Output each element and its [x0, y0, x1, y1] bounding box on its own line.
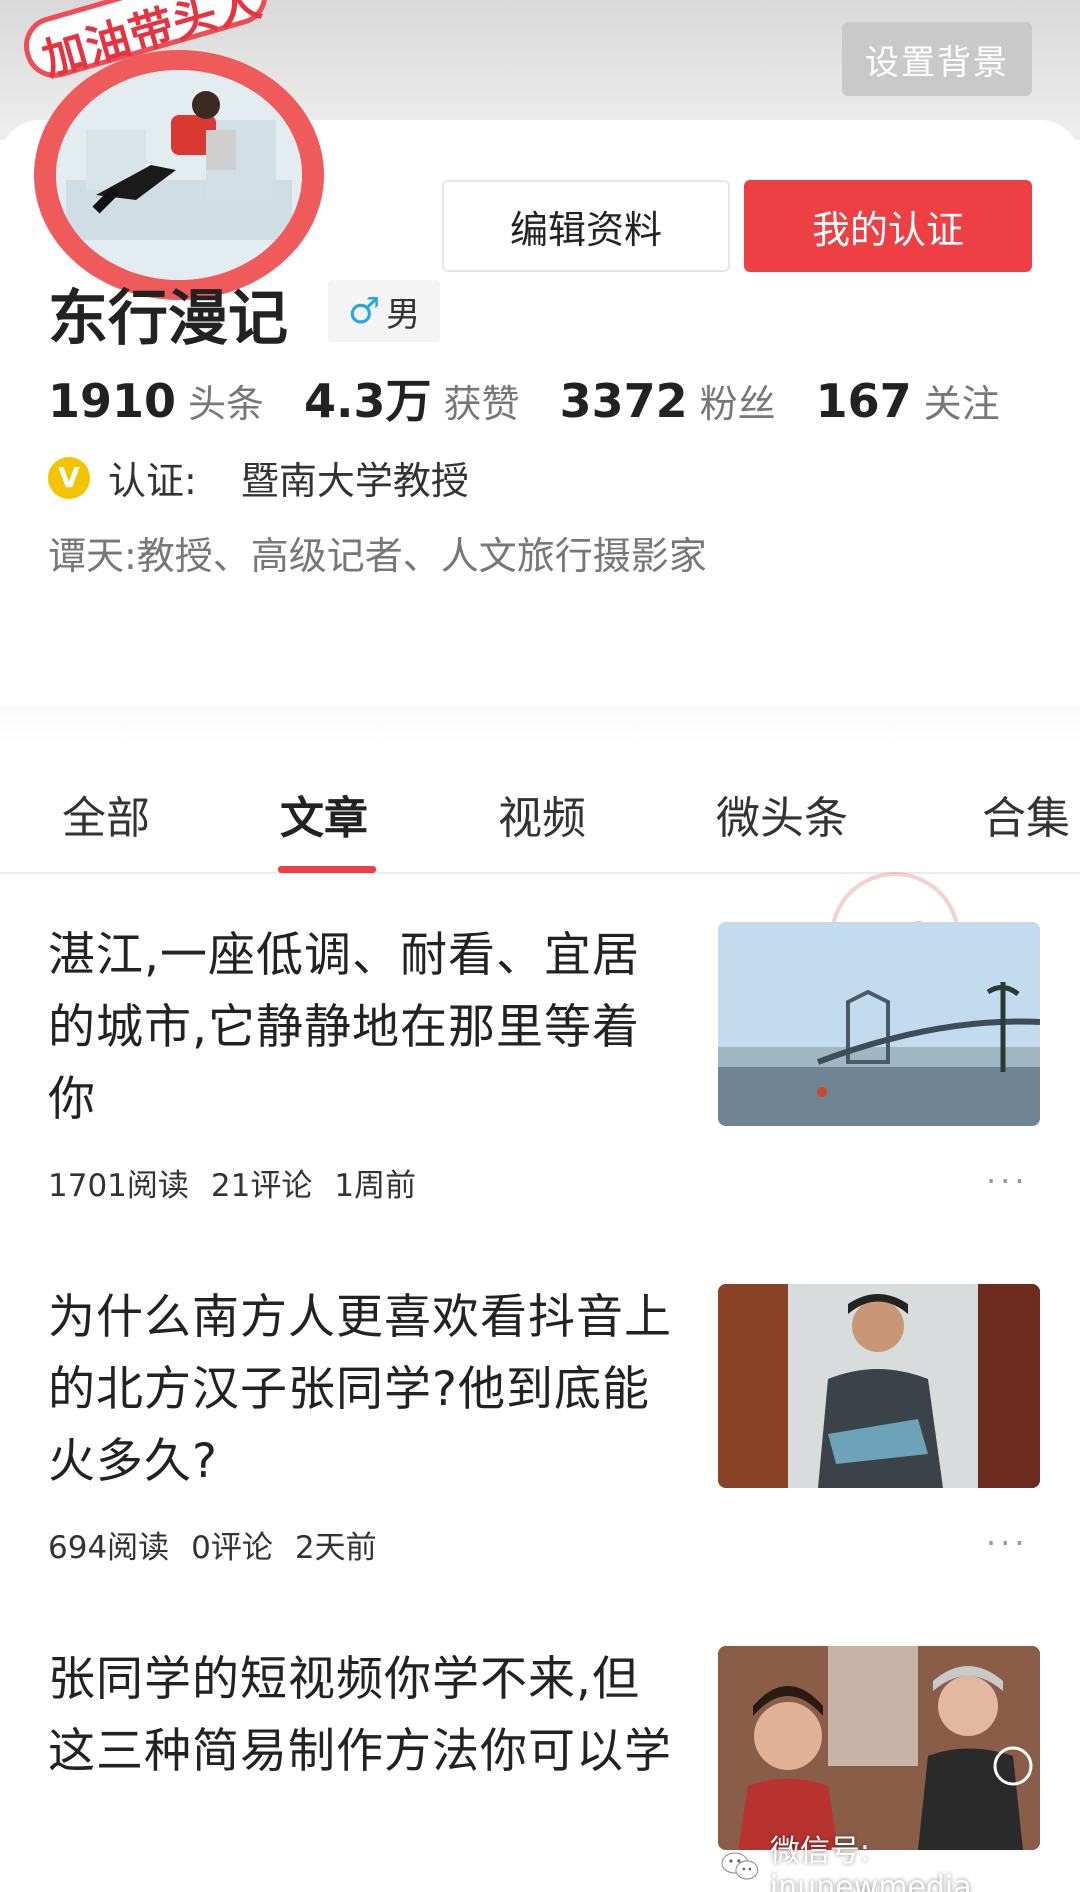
- article-time: 2天前: [294, 1530, 377, 1566]
- watermark-text: 微信号: jnunewmedia: [769, 1834, 972, 1892]
- male-icon: ♂: [347, 290, 381, 332]
- gender-label: 男: [386, 294, 421, 335]
- article-comments: 0评论: [191, 1530, 273, 1566]
- more-options-icon[interactable]: ···: [986, 1524, 1029, 1562]
- stat-followers-label: 粉丝: [699, 382, 776, 426]
- stat-articles-label: 头条: [188, 382, 265, 426]
- wechat-watermark: 微信号: jnunewmedia: [720, 1826, 1080, 1892]
- avatar[interactable]: 加油带头人: [16, 0, 324, 300]
- avatar-image[interactable]: [56, 70, 302, 280]
- profile-card: 加油带头人 编辑资料 我的认证 东行漫记 ♂ 男 1910 头条 4.3万 获赞: [0, 0, 1080, 760]
- stat-articles-count: 1910: [48, 374, 177, 428]
- article-comments: 21评论: [210, 1168, 313, 1204]
- stat-followers-count: 3372: [559, 374, 688, 428]
- article-title[interactable]: 为什么南方人更喜欢看抖音上的北方汉子张同学?他到底能火多久?: [48, 1282, 678, 1498]
- content-tabs: 全部 文章 视频 微头条 合集: [0, 752, 1080, 874]
- verification-value: 暨南大学教授: [240, 459, 469, 503]
- article-thumbnail[interactable]: [718, 1646, 1040, 1850]
- avatar-photo-icon: [56, 70, 302, 280]
- article-thumbnail[interactable]: [718, 1284, 1040, 1488]
- verification-row: V 认证: 暨南大学教授: [48, 450, 469, 505]
- profile-bio: 谭天:教授、高级记者、人文旅行摄影家: [48, 534, 707, 578]
- stat-following-count: 167: [815, 374, 912, 428]
- set-background-button[interactable]: 设置背景: [842, 22, 1032, 96]
- article-title[interactable]: 湛江,一座低调、耐看、宜居的城市,它静静地在那里等着你: [48, 920, 678, 1136]
- tab-micro-posts[interactable]: 微头条: [716, 782, 848, 846]
- wechat-icon: [721, 1852, 759, 1879]
- article-item[interactable]: 湛江,一座低调、耐看、宜居的城市,它静静地在那里等着你 1701阅读 21评论 …: [0, 920, 1080, 1220]
- stat-following[interactable]: 167 关注: [816, 373, 1000, 428]
- gender-tag: ♂ 男: [328, 280, 440, 342]
- article-time: 1周前: [334, 1168, 417, 1204]
- active-tab-indicator: [278, 866, 376, 873]
- article-reads: 694阅读: [48, 1530, 170, 1566]
- tab-articles[interactable]: 文章: [280, 782, 368, 846]
- verified-v-icon: V: [48, 456, 90, 499]
- stat-followers[interactable]: 3372 粉丝: [560, 373, 776, 428]
- tab-all[interactable]: 全部: [62, 782, 150, 846]
- tab-collections[interactable]: 合集: [982, 782, 1070, 846]
- reading-man-image-icon: [718, 1284, 1040, 1488]
- tab-videos[interactable]: 视频: [498, 782, 586, 846]
- article-title[interactable]: 张同学的短视频你学不来,但这三种简易制作方法你可以学: [48, 1644, 678, 1788]
- section-divider: [0, 705, 1080, 745]
- edit-profile-button[interactable]: 编辑资料: [442, 180, 730, 272]
- women-image-icon: [718, 1646, 1040, 1850]
- verification-label: 认证:: [108, 459, 197, 503]
- profile-page: 设置背景 加油带头人 编辑资料 我的认证 东行漫记 ♂ 男 1910 头条 4.…: [0, 0, 1080, 1892]
- profile-name: 东行漫记: [48, 284, 288, 354]
- article-meta: 694阅读 0评论 2天前: [48, 1522, 377, 1567]
- stat-likes-label: 获赞: [443, 382, 520, 426]
- article-thumbnail[interactable]: [718, 922, 1040, 1126]
- stat-likes[interactable]: 4.3万 获赞: [304, 365, 520, 431]
- article-reads: 1701阅读: [48, 1168, 189, 1204]
- stat-articles[interactable]: 1910 头条: [48, 373, 264, 428]
- article-item[interactable]: 为什么南方人更喜欢看抖音上的北方汉子张同学?他到底能火多久? 694阅读 0评论…: [0, 1282, 1080, 1582]
- stat-following-label: 关注: [923, 382, 1000, 426]
- more-options-icon[interactable]: ···: [986, 1162, 1029, 1200]
- stat-likes-count: 4.3万: [304, 374, 432, 428]
- my-verification-button[interactable]: 我的认证: [744, 180, 1032, 272]
- article-meta: 1701阅读 21评论 1周前: [48, 1160, 416, 1205]
- bridge-image-icon: [718, 922, 1040, 1126]
- stats-row: 1910 头条 4.3万 获赞 3372 粉丝 167 关注: [48, 365, 1000, 431]
